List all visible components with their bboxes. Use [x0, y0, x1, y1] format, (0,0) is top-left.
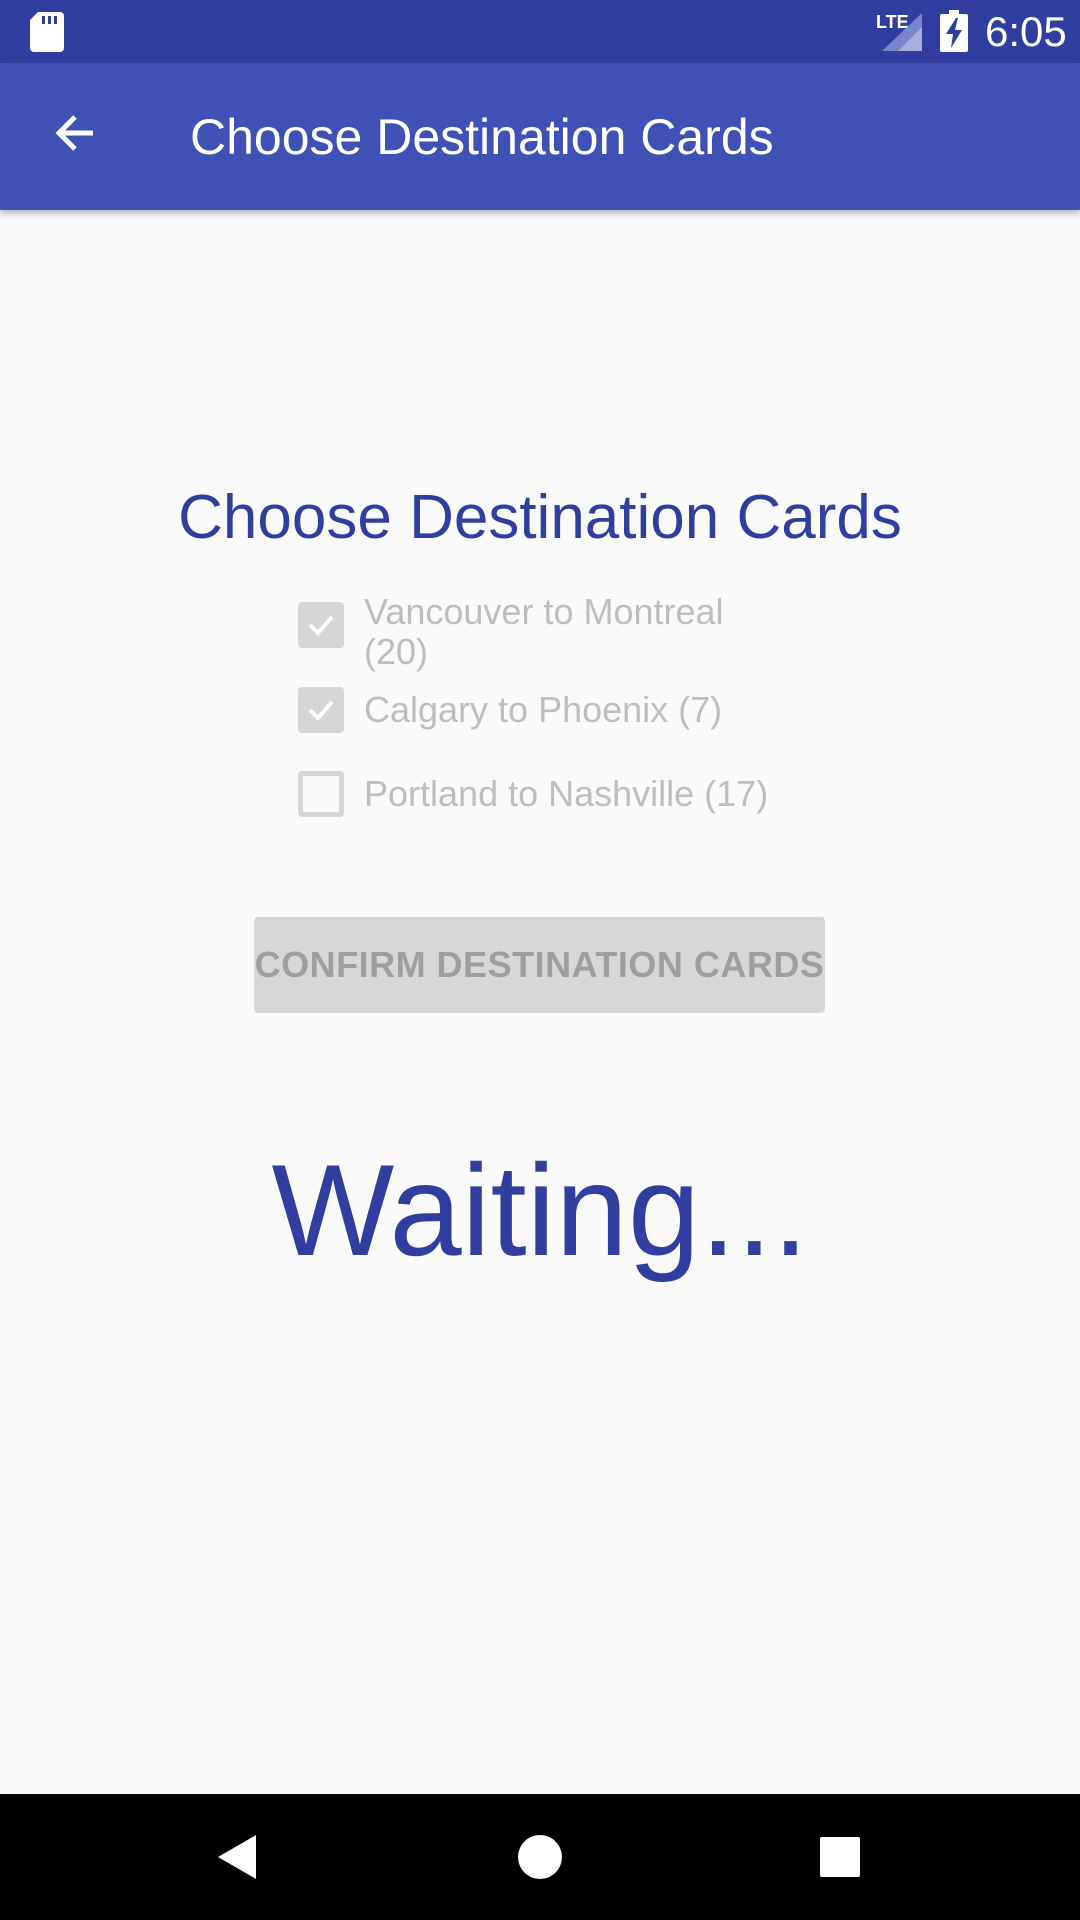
nav-recents-icon[interactable] [812, 1829, 868, 1885]
card-option-calgary-phoenix[interactable]: Calgary to Phoenix (7) [298, 687, 794, 733]
app-bar: Choose Destination Cards [0, 63, 1080, 210]
nav-back-icon[interactable] [210, 1829, 266, 1885]
check-icon [308, 615, 334, 636]
arrow-back-icon [55, 115, 93, 151]
card-option-portland-nashville[interactable]: Portland to Nashville (17) [298, 771, 794, 817]
card-option-label: Calgary to Phoenix (7) [364, 689, 723, 730]
confirm-destination-cards-button[interactable]: CONFIRM DESTINATION CARDS [254, 917, 825, 1013]
card-option-vancouver-montreal[interactable]: Vancouver to Montreal (20) [298, 592, 794, 672]
checkbox-checked[interactable] [298, 687, 344, 733]
signal-icon [882, 13, 922, 51]
system-nav-bar [0, 1794, 1080, 1920]
page-title: Choose Destination Cards [178, 483, 902, 552]
back-button[interactable] [30, 88, 120, 178]
status-bar: LTE 6:05 [0, 0, 1080, 63]
card-option-label: Portland to Nashville (17) [364, 773, 769, 814]
waiting-status-text: Waiting... [271, 1137, 809, 1283]
clock: 6:05 [985, 8, 1067, 55]
nav-home-icon[interactable] [512, 1829, 568, 1885]
battery-charging-icon [940, 10, 968, 52]
toolbar-title: Choose Destination Cards [190, 109, 774, 165]
card-option-label: Vancouver to Montreal (20) [364, 591, 724, 672]
checkbox-unchecked[interactable] [298, 771, 344, 817]
sd-card-icon [30, 12, 64, 52]
checkbox-checked[interactable] [298, 602, 344, 648]
check-icon [308, 700, 334, 721]
